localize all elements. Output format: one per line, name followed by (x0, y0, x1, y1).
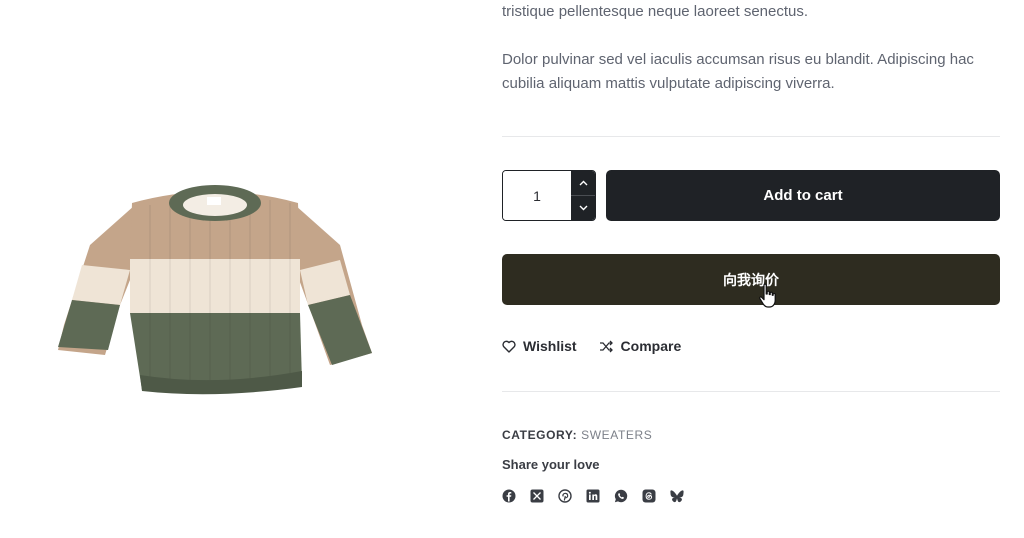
wishlist-link[interactable]: Wishlist (502, 338, 577, 354)
share-heading: Share your love (502, 457, 600, 472)
pinterest-icon[interactable] (558, 489, 572, 503)
chevron-down-icon (579, 205, 587, 211)
inquiry-button[interactable]: 向我询价 (502, 254, 1000, 305)
quantity-stepper[interactable]: 1 (502, 170, 596, 221)
hand-cursor-icon (759, 283, 776, 308)
compare-link[interactable]: Compare (599, 338, 682, 354)
product-image[interactable] (50, 175, 380, 405)
category-link[interactable]: SWEATERS (581, 428, 652, 442)
product-category: CATEGORY: SWEATERS (502, 428, 652, 442)
quantity-decrease-button[interactable] (571, 195, 595, 220)
whatsapp-icon[interactable] (614, 489, 628, 503)
facebook-icon[interactable] (502, 489, 516, 503)
bluesky-icon[interactable] (670, 489, 684, 503)
linkedin-icon[interactable] (586, 489, 600, 503)
description-paragraph: tristique pellentesque neque laoreet sen… (502, 3, 809, 20)
product-description: tristique pellentesque neque laoreet sen… (502, 0, 1000, 120)
quantity-step-buttons (571, 171, 595, 220)
wishlist-label: Wishlist (523, 338, 577, 354)
heart-icon (502, 340, 516, 353)
shuffle-icon (599, 340, 613, 352)
divider (502, 391, 1000, 392)
add-to-cart-button[interactable]: Add to cart (606, 170, 1000, 221)
compare-label: Compare (620, 338, 682, 354)
threads-icon[interactable] (642, 489, 656, 503)
product-gallery (0, 0, 440, 538)
divider (502, 136, 1000, 137)
quantity-input[interactable]: 1 (503, 171, 571, 220)
social-share-list (502, 489, 684, 503)
quantity-increase-button[interactable] (571, 171, 595, 195)
product-actions: Wishlist Compare (502, 338, 681, 354)
x-icon[interactable] (530, 489, 544, 503)
description-paragraph: Dolor pulvinar sed vel iaculis accumsan … (502, 51, 974, 92)
chevron-up-icon (579, 180, 587, 186)
category-key: CATEGORY: (502, 428, 578, 442)
